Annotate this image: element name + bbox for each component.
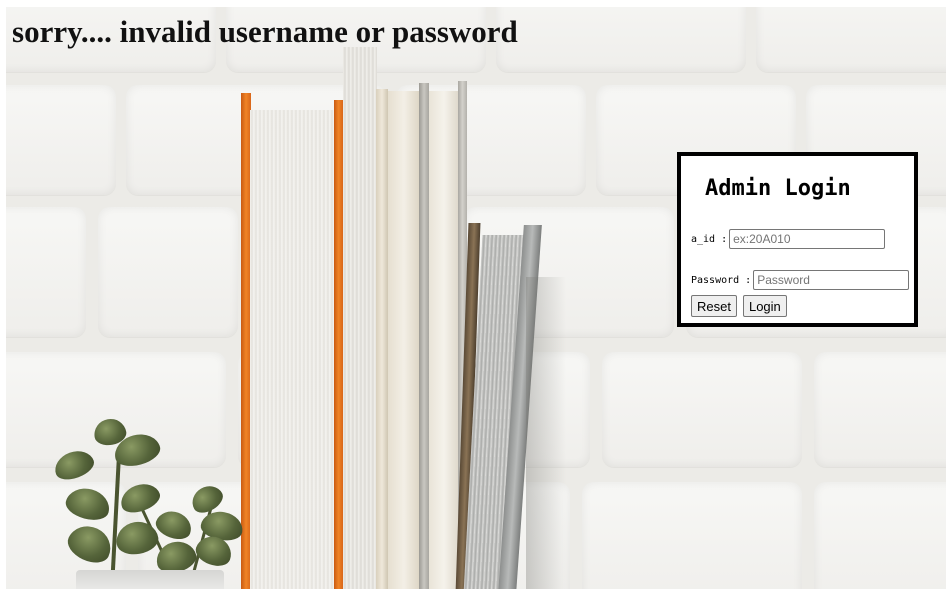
book-cream [388,91,420,589]
password-label: Password : [691,274,752,286]
password-input[interactable] [753,270,910,290]
wall-brick [582,482,802,589]
error-message: sorry.... invalid username or password [12,14,518,49]
wall-brick [6,85,116,195]
login-button[interactable]: Login [742,295,787,317]
wall-brick [814,352,946,467]
wall-brick [756,7,946,72]
login-title: Admin Login [705,176,851,201]
button-row: Reset Login [691,295,793,317]
book-cream [376,89,388,589]
wall-brick [814,482,946,589]
book-shadow [526,277,566,589]
book-pages [250,110,335,589]
reset-button[interactable]: Reset [691,295,737,317]
book-orange-spine [334,100,343,589]
book-pages [343,47,377,589]
id-row: a_id : [691,229,886,249]
book-cream [429,91,459,589]
wall-brick [496,7,746,72]
wall-brick [98,207,238,337]
book-grey [419,83,429,589]
wall-brick [602,352,802,467]
id-input[interactable] [729,229,886,249]
id-label: a_id : [691,233,728,245]
wall-brick [6,207,86,337]
plant-pot [76,570,224,589]
admin-login-box: Admin Login a_id : Password : Reset Logi… [677,152,918,327]
password-row: Password : [691,270,910,290]
